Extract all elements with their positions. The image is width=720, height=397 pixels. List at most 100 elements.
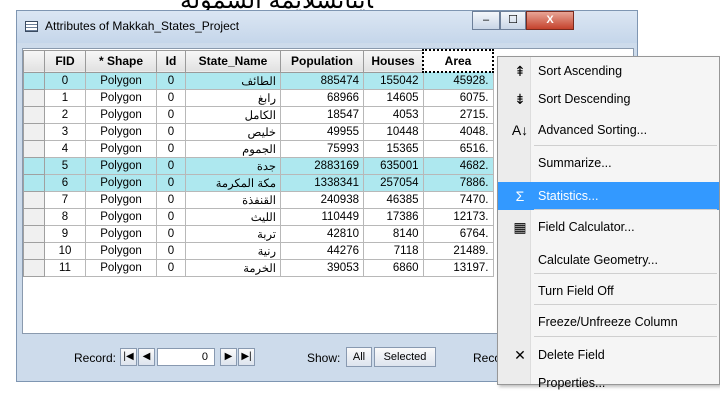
cell-area[interactable]: 4048. (422, 123, 494, 141)
cell-id[interactable]: 0 (156, 174, 186, 192)
cell-houses[interactable]: 14605 (363, 89, 424, 107)
cell-area[interactable]: 7886. (422, 174, 494, 192)
menu-item-freeze-unfreeze-column[interactable]: Freeze/Unfreeze Column (498, 308, 719, 336)
menu-item-properties[interactable]: Properties... (498, 369, 719, 397)
cell-id[interactable]: 0 (156, 123, 186, 141)
row-selector[interactable] (23, 259, 45, 277)
last-record-button[interactable]: ▶| (238, 348, 255, 366)
cell-area[interactable]: 6764. (422, 225, 494, 243)
cell-state-name[interactable]: الخرمة (185, 259, 281, 277)
cell-population[interactable]: 240938 (280, 191, 364, 209)
cell-houses[interactable]: 635001 (363, 157, 424, 175)
cell-shape[interactable]: Polygon (85, 225, 157, 243)
cell-id[interactable]: 0 (156, 208, 186, 226)
close-button[interactable]: X (526, 11, 574, 30)
record-number-field[interactable]: 0 (157, 348, 215, 366)
cell-id[interactable]: 0 (156, 225, 186, 243)
next-record-button[interactable]: ▶ (220, 348, 237, 366)
table-row[interactable]: 8 Polygon 0 الليث 110449 17386 12173. (23, 208, 494, 226)
cell-shape[interactable]: Polygon (85, 174, 157, 192)
cell-shape[interactable]: Polygon (85, 89, 157, 107)
cell-state-name[interactable]: خليص (185, 123, 281, 141)
table-row[interactable]: 5 Polygon 0 جدة 2883169 635001 4682. (23, 157, 494, 175)
menu-item-advanced-sorting[interactable]: A↓ Advanced Sorting... (498, 116, 719, 144)
first-record-button[interactable]: |◀ (120, 348, 137, 366)
cell-population[interactable]: 2883169 (280, 157, 364, 175)
cell-population[interactable]: 44276 (280, 242, 364, 260)
table-row[interactable]: 3 Polygon 0 خليص 49955 10448 4048. (23, 123, 494, 141)
cell-fid[interactable]: 7 (44, 191, 86, 209)
table-row[interactable]: 7 Polygon 0 القنفذة 240938 46385 7470. (23, 191, 494, 209)
cell-shape[interactable]: Polygon (85, 71, 157, 90)
column-header-fid[interactable]: FID (44, 49, 86, 73)
cell-fid[interactable]: 1 (44, 89, 86, 107)
row-selector[interactable] (23, 89, 45, 107)
previous-record-button[interactable]: ◀ (138, 348, 155, 366)
show-selected-button[interactable]: Selected (374, 347, 436, 367)
cell-population[interactable]: 68966 (280, 89, 364, 107)
cell-population[interactable]: 110449 (280, 208, 364, 226)
cell-area[interactable]: 2715. (422, 106, 494, 124)
cell-id[interactable]: 0 (156, 71, 186, 90)
cell-id[interactable]: 0 (156, 89, 186, 107)
cell-population[interactable]: 1338341 (280, 174, 364, 192)
cell-fid[interactable]: 8 (44, 208, 86, 226)
cell-population[interactable]: 42810 (280, 225, 364, 243)
cell-shape[interactable]: Polygon (85, 259, 157, 277)
cell-houses[interactable]: 4053 (363, 106, 424, 124)
cell-fid[interactable]: 3 (44, 123, 86, 141)
cell-houses[interactable]: 10448 (363, 123, 424, 141)
menu-item-calculate-geometry[interactable]: Calculate Geometry... (498, 246, 719, 274)
cell-houses[interactable]: 15365 (363, 140, 424, 158)
cell-state-name[interactable]: رنية (185, 242, 281, 260)
column-header-state-name[interactable]: State_Name (185, 49, 281, 73)
cell-state-name[interactable]: القنفذة (185, 191, 281, 209)
cell-id[interactable]: 0 (156, 259, 186, 277)
menu-item-turn-field-off[interactable]: Turn Field Off (498, 277, 719, 305)
cell-shape[interactable]: Polygon (85, 242, 157, 260)
cell-fid[interactable]: 6 (44, 174, 86, 192)
maximize-button[interactable]: ☐ (500, 11, 526, 30)
cell-id[interactable]: 0 (156, 140, 186, 158)
cell-area[interactable]: 7470. (422, 191, 494, 209)
cell-fid[interactable]: 11 (44, 259, 86, 277)
cell-shape[interactable]: Polygon (85, 157, 157, 175)
cell-houses[interactable]: 257054 (363, 174, 424, 192)
cell-area[interactable]: 12173. (422, 208, 494, 226)
cell-state-name[interactable]: مكة المكرمة (185, 174, 281, 192)
menu-item-summarize[interactable]: Summarize... (498, 149, 719, 177)
column-header-houses[interactable]: Houses (363, 49, 424, 73)
minimize-button[interactable]: – (472, 11, 500, 30)
table-row[interactable]: 10 Polygon 0 رنية 44276 7118 21489. (23, 242, 494, 260)
row-selector[interactable] (23, 191, 45, 209)
row-selector[interactable] (23, 106, 45, 124)
cell-area[interactable]: 6516. (422, 140, 494, 158)
column-header-area[interactable]: Area (422, 49, 494, 73)
menu-item-statistics[interactable]: Σ Statistics... (498, 182, 719, 210)
table-row[interactable]: 6 Polygon 0 مكة المكرمة 1338341 257054 7886. (23, 174, 494, 192)
cell-state-name[interactable]: تربة (185, 225, 281, 243)
row-selector[interactable] (23, 242, 45, 260)
cell-area[interactable]: 6075. (422, 89, 494, 107)
row-selector[interactable] (23, 174, 45, 192)
table-row[interactable]: 4 Polygon 0 الجموم 75993 15365 6516. (23, 140, 494, 158)
table-row[interactable]: 0 Polygon 0 الطائف 885474 155042 45928. (23, 71, 494, 90)
column-header-id[interactable]: Id (156, 49, 186, 73)
cell-id[interactable]: 0 (156, 191, 186, 209)
cell-state-name[interactable]: الكامل (185, 106, 281, 124)
table-row[interactable]: 11 Polygon 0 الخرمة 39053 6860 13197. (23, 259, 494, 277)
cell-area[interactable]: 45928. (422, 71, 494, 90)
cell-id[interactable]: 0 (156, 242, 186, 260)
cell-population[interactable]: 75993 (280, 140, 364, 158)
cell-fid[interactable]: 10 (44, 242, 86, 260)
cell-houses[interactable]: 17386 (363, 208, 424, 226)
cell-state-name[interactable]: الليث (185, 208, 281, 226)
cell-houses[interactable]: 8140 (363, 225, 424, 243)
menu-item-field-calculator[interactable]: ▦ Field Calculator... (498, 213, 719, 241)
row-selector[interactable] (23, 123, 45, 141)
cell-population[interactable]: 18547 (280, 106, 364, 124)
cell-fid[interactable]: 0 (44, 71, 86, 90)
cell-fid[interactable]: 5 (44, 157, 86, 175)
cell-state-name[interactable]: الطائف (185, 71, 281, 90)
cell-id[interactable]: 0 (156, 157, 186, 175)
